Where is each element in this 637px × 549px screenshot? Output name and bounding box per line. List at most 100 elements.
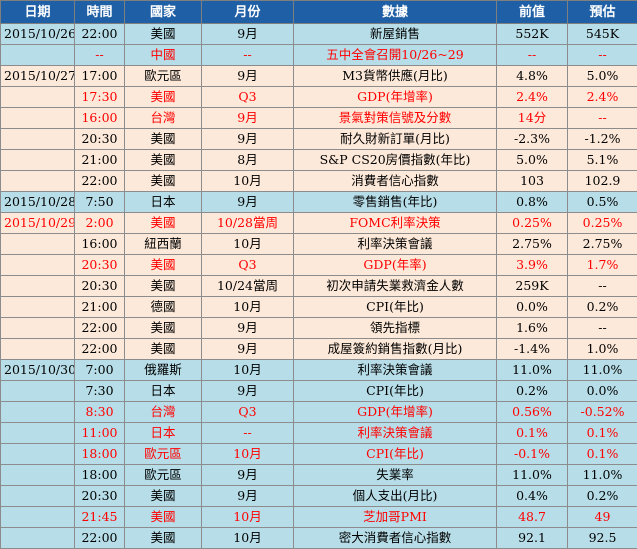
economic-calendar-table: 日期 時間 國家 月份 數據 前值 預估 2015/10/26 22:00 美國 9月… <box>0 0 637 549</box>
time-cell: 2:00 <box>74 212 125 234</box>
table-row: 16:00 台灣 9月 景氣對策信號及分數 14分 -- <box>0 107 637 129</box>
table-row: 2015/10/30 7:00 俄羅斯 10月 利率決策會議 11.0% 11.0% <box>0 359 637 381</box>
event-cell: 芝加哥PMI <box>293 506 497 528</box>
period-cell: 8月 <box>201 149 294 171</box>
event-cell: CPI(年比) <box>293 296 497 318</box>
table-row: 2015/10/26 22:00 美國 9月 新屋銷售 552K 545K <box>0 23 637 45</box>
date-cell <box>0 506 75 528</box>
table-row: 18:00 歐元區 10月 CPI(年比) -0.1% 0.1% <box>0 443 637 465</box>
date-cell <box>0 422 75 444</box>
header-date: 日期 <box>0 0 75 24</box>
forecast-cell: 11.0% <box>567 359 637 381</box>
period-cell: 9月 <box>201 65 294 87</box>
event-cell: 五中全會召開10/26~29 <box>293 44 497 66</box>
forecast-cell: 5.1% <box>567 149 637 171</box>
time-cell: 7:50 <box>74 191 125 213</box>
time-cell: 18:00 <box>74 464 125 486</box>
event-cell: FOMC利率決策 <box>293 212 497 234</box>
time-cell: 16:00 <box>74 107 125 129</box>
event-cell: 耐久財新訂單(月比) <box>293 128 497 150</box>
table-row: 16:00 紐西蘭 10月 利率決策會議 2.75% 2.75% <box>0 233 637 255</box>
time-cell: 22:00 <box>74 527 125 549</box>
previous-cell: 4.8% <box>496 65 568 87</box>
forecast-cell: 0.25% <box>567 212 637 234</box>
country-cell: 美國 <box>124 506 202 528</box>
previous-cell: 0.25% <box>496 212 568 234</box>
date-cell <box>0 401 75 423</box>
country-cell: 美國 <box>124 275 202 297</box>
date-cell <box>0 254 75 276</box>
date-cell <box>0 443 75 465</box>
table-body: 2015/10/26 22:00 美國 9月 新屋銷售 552K 545K -- 中國 -- 五中全… <box>0 23 637 549</box>
time-cell: 21:00 <box>74 296 125 318</box>
forecast-cell: -- <box>567 317 637 339</box>
table-row: -- 中國 -- 五中全會召開10/26~29 -- -- <box>0 44 637 66</box>
date-cell <box>0 485 75 507</box>
period-cell: 10/24當周 <box>201 275 294 297</box>
period-cell: 10月 <box>201 527 294 549</box>
table-row: 8:30 台灣 Q3 GDP(年增率) 0.56% -0.52% <box>0 401 637 423</box>
event-cell: 新屋銷售 <box>293 23 497 45</box>
previous-cell: 1.6% <box>496 317 568 339</box>
table-row: 21:45 美國 10月 芝加哥PMI 48.7 49 <box>0 506 637 528</box>
country-cell: 美國 <box>124 527 202 549</box>
forecast-cell: -- <box>567 107 637 129</box>
forecast-cell: 49 <box>567 506 637 528</box>
event-cell: M3貨幣供應(月比) <box>293 65 497 87</box>
country-cell: 中國 <box>124 44 202 66</box>
date-cell: 2015/10/27 <box>0 65 75 87</box>
country-cell: 美國 <box>124 485 202 507</box>
date-cell <box>0 149 75 171</box>
time-cell: 8:30 <box>74 401 125 423</box>
previous-cell: 2.4% <box>496 86 568 108</box>
forecast-cell: 0.1% <box>567 443 637 465</box>
header-previous: 前值 <box>496 0 568 24</box>
event-cell: 消費者信心指數 <box>293 170 497 192</box>
previous-cell: 259K <box>496 275 568 297</box>
forecast-cell: 0.2% <box>567 485 637 507</box>
time-cell: -- <box>74 44 125 66</box>
forecast-cell: 2.75% <box>567 233 637 255</box>
time-cell: 17:00 <box>74 65 125 87</box>
event-cell: S&P CS20房價指數(年比) <box>293 149 497 171</box>
header-time: 時間 <box>74 0 125 24</box>
previous-cell: 0.8% <box>496 191 568 213</box>
forecast-cell: 102.9 <box>567 170 637 192</box>
date-cell <box>0 44 75 66</box>
previous-cell: 0.4% <box>496 485 568 507</box>
date-cell <box>0 296 75 318</box>
event-cell: 個人支出(月比) <box>293 485 497 507</box>
period-cell: 9月 <box>201 485 294 507</box>
previous-cell: 48.7 <box>496 506 568 528</box>
date-cell <box>0 380 75 402</box>
previous-cell: 92.1 <box>496 527 568 549</box>
table-row: 22:00 美國 10月 消費者信心指數 103 102.9 <box>0 170 637 192</box>
previous-cell: 103 <box>496 170 568 192</box>
date-cell <box>0 317 75 339</box>
event-cell: 利率決策會議 <box>293 422 497 444</box>
country-cell: 俄羅斯 <box>124 359 202 381</box>
header-forecast: 預估 <box>567 0 637 24</box>
table-row: 20:30 美國 9月 耐久財新訂單(月比) -2.3% -1.2% <box>0 128 637 150</box>
date-cell <box>0 170 75 192</box>
event-cell: 利率決策會議 <box>293 233 497 255</box>
country-cell: 紐西蘭 <box>124 233 202 255</box>
previous-cell: 0.0% <box>496 296 568 318</box>
country-cell: 美國 <box>124 170 202 192</box>
previous-cell: -1.4% <box>496 338 568 360</box>
date-cell <box>0 86 75 108</box>
period-cell: 9月 <box>201 464 294 486</box>
event-cell: GDP(年增率) <box>293 401 497 423</box>
event-cell: 失業率 <box>293 464 497 486</box>
time-cell: 17:30 <box>74 86 125 108</box>
country-cell: 美國 <box>124 86 202 108</box>
header-row: 日期 時間 國家 月份 數據 前值 預估 <box>0 0 637 24</box>
header-event: 數據 <box>293 0 497 24</box>
previous-cell: 0.1% <box>496 422 568 444</box>
table-row: 22:00 美國 9月 成屋簽約銷售指數(月比) -1.4% 1.0% <box>0 338 637 360</box>
previous-cell: 3.9% <box>496 254 568 276</box>
country-cell: 台灣 <box>124 107 202 129</box>
table-row: 2015/10/28 7:50 日本 9月 零售銷售(年比) 0.8% 0.5% <box>0 191 637 213</box>
period-cell: Q3 <box>201 86 294 108</box>
event-cell: GDP(年率) <box>293 254 497 276</box>
